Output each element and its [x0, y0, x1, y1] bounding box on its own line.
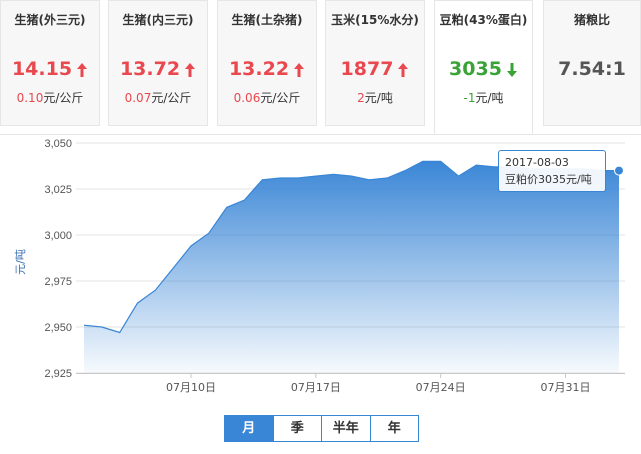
- card-price: 7.54:1: [544, 57, 640, 81]
- period-tab[interactable]: 月: [225, 416, 273, 441]
- y-tick-label: 2,925: [44, 368, 72, 380]
- card-price: 13.72: [109, 57, 207, 81]
- card-change-unit: 元/吨: [364, 91, 393, 105]
- card-change-unit: 元/吨: [475, 91, 504, 105]
- card-change: 0.10元/公斤: [1, 89, 99, 106]
- y-tick-label: 2,950: [44, 322, 72, 334]
- x-tick-label: 07月24日: [416, 381, 466, 394]
- y-tick-label: 2,975: [44, 276, 72, 288]
- card-change: 2元/吨: [326, 89, 424, 106]
- period-tab[interactable]: 季: [272, 416, 321, 441]
- card-change-value: 0.07: [124, 91, 152, 105]
- card-title: 生猪(内三元): [122, 13, 194, 27]
- period-tab[interactable]: 半年: [321, 416, 370, 441]
- price-card[interactable]: 豆粕(43%蛋白) 3035 -1元/吨: [434, 0, 533, 135]
- card-price-value: 14.15: [11, 58, 73, 80]
- price-cards: 生猪(外三元) 14.15 0.10元/公斤 生猪(内三元) 13.72 0.07元/公斤…: [0, 0, 641, 135]
- tooltip-value: 豆粕价3035元/吨: [505, 173, 592, 186]
- card-title: 猪粮比: [573, 13, 610, 27]
- x-tick-label: 07月17日: [291, 381, 341, 394]
- card-price-value: 3035: [449, 58, 502, 80]
- card-change-value: -1: [463, 91, 476, 105]
- arrow-down-icon: [506, 62, 517, 77]
- arrow-up-icon: [398, 62, 409, 77]
- price-card[interactable]: 生猪(土杂猪) 13.22 0.06元/公斤: [217, 0, 317, 126]
- card-change-value: 0.10: [16, 91, 44, 105]
- card-title: 生猪(外三元): [14, 13, 86, 27]
- arrow-up-icon: [185, 62, 196, 77]
- chart-tooltip: 2017-08-03 豆粕价3035元/吨: [498, 150, 606, 192]
- card-price: 1877: [326, 57, 424, 81]
- card-change: -1元/吨: [435, 89, 532, 106]
- card-change-unit: 元/公斤: [260, 91, 301, 105]
- x-tick-label: 07月31日: [541, 381, 591, 394]
- y-axis-label: 元/吨: [14, 249, 27, 275]
- card-change-unit: 元/公斤: [43, 91, 84, 105]
- price-card[interactable]: 生猪(内三元) 13.72 0.07元/公斤: [108, 0, 208, 126]
- highlight-point: [614, 165, 624, 176]
- card-change-value: 0.06: [233, 91, 261, 105]
- card-price: 13.22: [218, 57, 316, 81]
- price-card[interactable]: 生猪(外三元) 14.15 0.10元/公斤: [0, 0, 100, 126]
- card-title: 豆粕(43%蛋白): [439, 13, 528, 27]
- period-tabs: 月季半年年: [224, 415, 419, 442]
- card-change: 0.06元/公斤: [218, 89, 316, 106]
- arrow-up-icon: [294, 62, 305, 77]
- card-price-value: 13.72: [119, 58, 181, 80]
- price-card[interactable]: 猪粮比 7.54:1: [543, 0, 641, 126]
- series-area: [84, 161, 619, 373]
- card-change: 0.07元/公斤: [109, 89, 207, 106]
- card-price-value: 13.22: [228, 58, 290, 80]
- card-price: 14.15: [1, 57, 99, 81]
- card-price-value: 7.54:1: [558, 58, 626, 80]
- y-tick-label: 3,050: [44, 138, 72, 150]
- x-tick-label: 07月10日: [166, 381, 216, 394]
- tooltip-date: 2017-08-03: [505, 156, 569, 169]
- arrow-up-icon: [77, 62, 88, 77]
- y-tick-label: 3,000: [44, 230, 72, 242]
- card-change-value: 2: [357, 91, 365, 105]
- period-tab[interactable]: 年: [369, 416, 418, 441]
- card-title: 玉米(15%水分): [331, 13, 419, 27]
- card-title: 生猪(土杂猪): [231, 13, 303, 27]
- card-change-unit: 元/公斤: [151, 91, 192, 105]
- card-price-value: 1877: [340, 58, 394, 80]
- y-tick-label: 3,025: [44, 184, 72, 196]
- price-card[interactable]: 玉米(15%水分) 1877 2元/吨: [325, 0, 425, 126]
- card-price: 3035: [435, 57, 532, 81]
